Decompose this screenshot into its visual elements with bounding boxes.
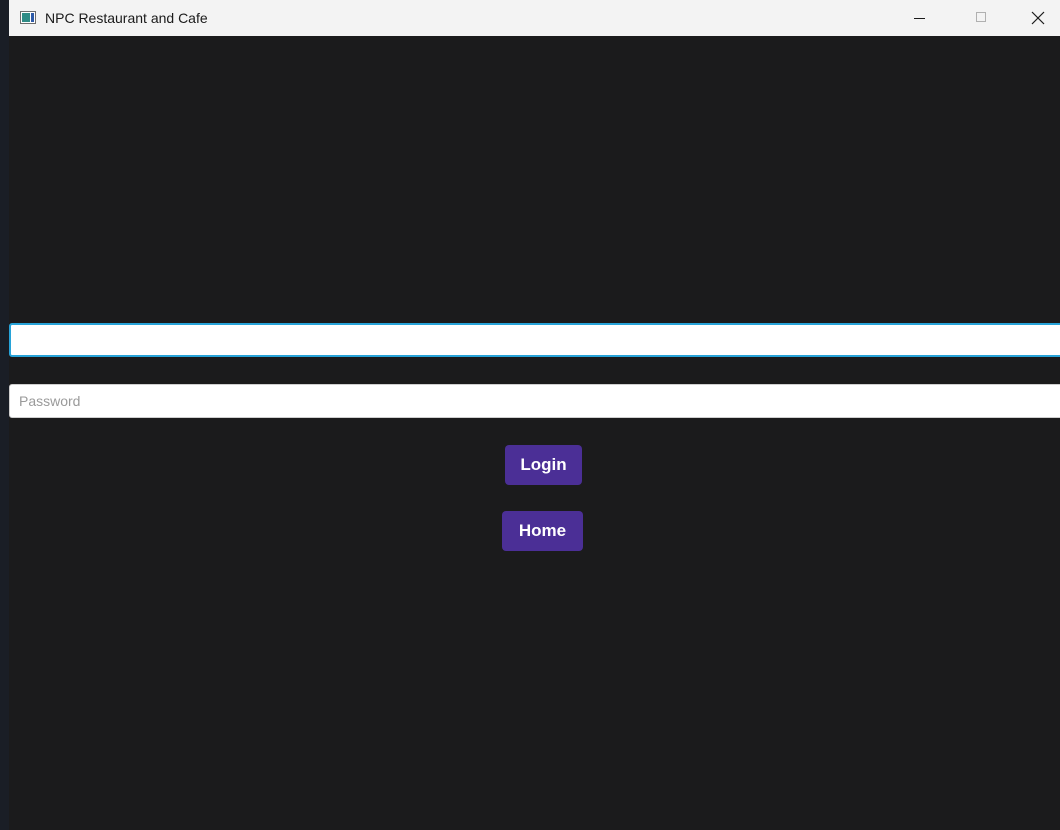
username-field[interactable] bbox=[9, 323, 1060, 357]
desktop-background bbox=[0, 0, 9, 830]
password-field[interactable] bbox=[9, 384, 1060, 418]
app-window-icon bbox=[20, 11, 36, 24]
minimize-button[interactable] bbox=[896, 0, 942, 36]
login-button[interactable]: Login bbox=[505, 445, 582, 485]
close-icon bbox=[1031, 11, 1045, 25]
maximize-button[interactable] bbox=[957, 0, 1003, 36]
maximize-icon bbox=[976, 12, 986, 22]
app-icon-pane-left bbox=[22, 13, 30, 22]
app-window: NPC Restaurant and Cafe Login Home bbox=[9, 0, 1060, 830]
home-button[interactable]: Home bbox=[502, 511, 583, 551]
close-button[interactable] bbox=[1014, 0, 1060, 36]
title-bar[interactable]: NPC Restaurant and Cafe bbox=[9, 0, 1060, 36]
minimize-icon bbox=[914, 18, 925, 19]
app-icon-pane-right bbox=[31, 13, 34, 22]
login-panel: Login Home bbox=[9, 36, 1060, 830]
window-title: NPC Restaurant and Cafe bbox=[45, 10, 208, 26]
